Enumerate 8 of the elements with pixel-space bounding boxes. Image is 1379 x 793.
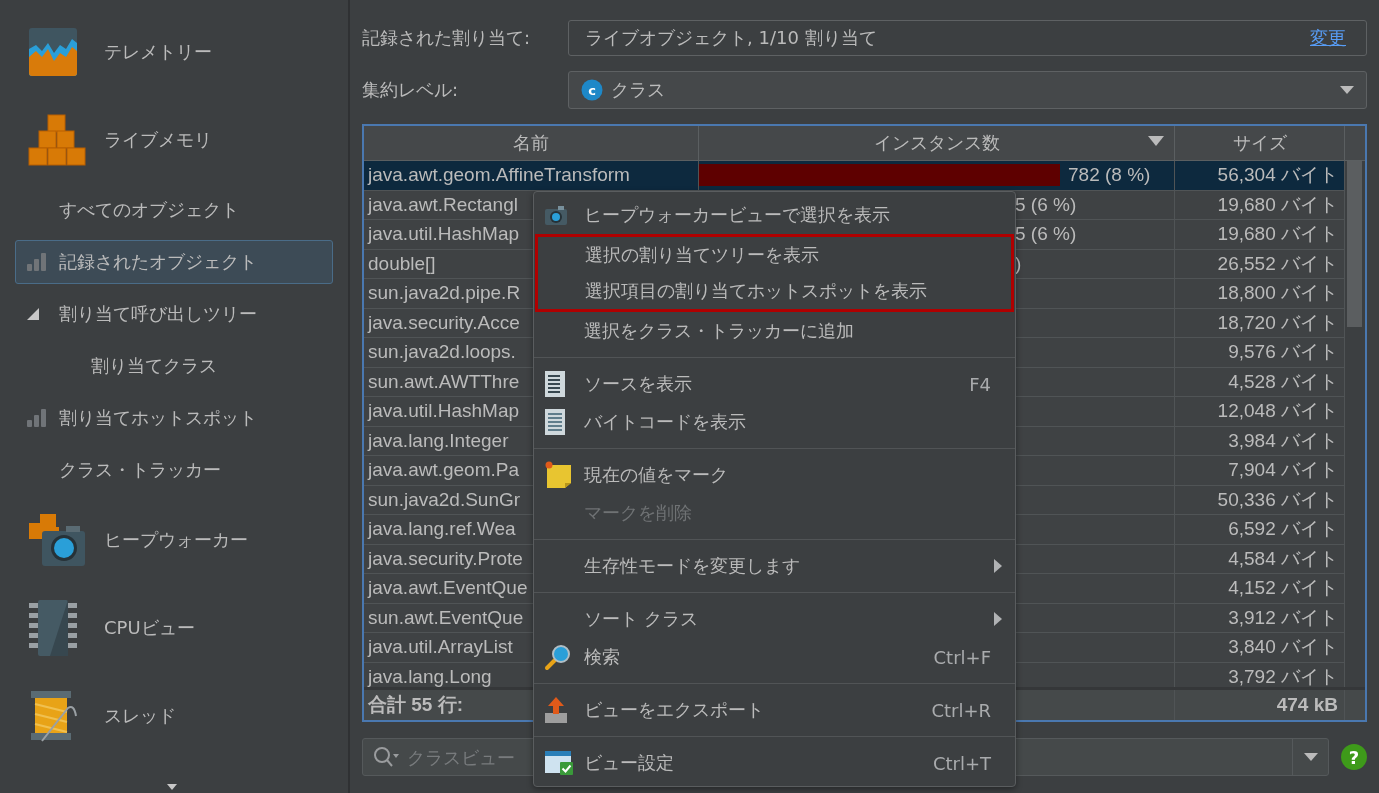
- class-icon: c: [581, 79, 603, 101]
- instance-count: 5 (6 %): [1015, 223, 1077, 246]
- total-size: 474 kB: [1175, 690, 1345, 720]
- field-label: 集約レベル:: [362, 78, 460, 102]
- recorded-allocations-field: ライブオブジェクト, 1/10 割り当て 変更: [568, 20, 1367, 56]
- instance-count: 782 (8 %): [1067, 164, 1152, 187]
- field-label: 記録された割り当て:: [362, 26, 532, 50]
- instance-count: 5 (6 %): [1015, 193, 1077, 216]
